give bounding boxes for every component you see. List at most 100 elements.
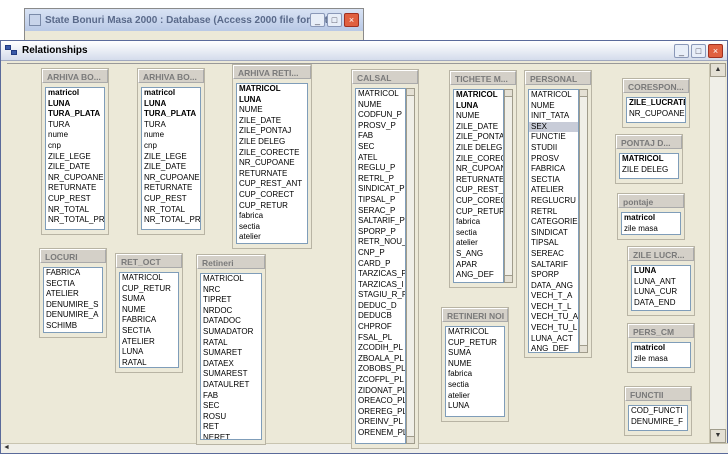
- field-list[interactable]: MATRICOL ZILE DELEG: [619, 153, 679, 179]
- field-item[interactable]: RETURNATE: [142, 183, 200, 194]
- scroll-up-icon[interactable]: [505, 90, 512, 97]
- field-item[interactable]: CUP_RETUR: [454, 207, 503, 218]
- table-title[interactable]: RETINERI NOI: [442, 308, 508, 322]
- field-item[interactable]: VECH_TU_A: [529, 312, 578, 323]
- field-item[interactable]: CUP_RETUR: [446, 338, 504, 349]
- field-item[interactable]: DEDUCB: [356, 311, 405, 322]
- field-item[interactable]: matricol: [142, 88, 200, 99]
- field-item[interactable]: REGLUCRU: [529, 196, 578, 207]
- field-item[interactable]: TURA_PLATA: [46, 109, 104, 120]
- table-title[interactable]: PONTAJ D...: [616, 135, 682, 149]
- field-item[interactable]: SALTARIF_P: [356, 216, 405, 227]
- field-item[interactable]: CODFUN_P: [356, 110, 405, 121]
- field-item[interactable]: fabrica: [446, 369, 504, 380]
- table-box[interactable]: PONTAJ D... MATRICOL ZILE DELEG: [615, 134, 683, 184]
- table-title[interactable]: Retineri: [197, 255, 265, 269]
- field-item[interactable]: FABRICA: [44, 268, 102, 279]
- field-item[interactable]: ZILE_LEGE: [142, 152, 200, 163]
- field-item[interactable]: matricol: [622, 213, 680, 224]
- field-item[interactable]: atelier: [446, 391, 504, 402]
- field-item[interactable]: FAB: [356, 131, 405, 142]
- table-title[interactable]: TICHETE M...: [450, 71, 516, 85]
- field-item[interactable]: DENUMIRE_A: [44, 310, 102, 321]
- table-box[interactable]: CORESPON... ZILE_LUCRATE NR_CUPOANE: [622, 78, 690, 128]
- field-item[interactable]: TIPSAL: [529, 238, 578, 249]
- field-item[interactable]: SEC: [356, 142, 405, 153]
- field-item[interactable]: SINDICAT_P: [356, 184, 405, 195]
- field-item[interactable]: NRDOC: [201, 306, 261, 317]
- field-item[interactable]: RET: [201, 422, 261, 433]
- field-list[interactable]: matricol zile masa: [631, 342, 691, 368]
- field-item[interactable]: NR_CUPOANE: [627, 109, 685, 120]
- vertical-scrollbar[interactable]: ▲ ▼: [709, 63, 726, 443]
- scroll-down-icon[interactable]: [580, 345, 587, 352]
- field-item[interactable]: MATRICOL: [529, 90, 578, 101]
- field-item[interactable]: CUP_RETUR: [120, 284, 178, 295]
- field-item[interactable]: SCHIMB: [44, 321, 102, 332]
- field-item[interactable]: TURA: [46, 120, 104, 131]
- field-item[interactable]: MATRICOL: [356, 89, 405, 100]
- field-item[interactable]: CUP_REST: [46, 194, 104, 205]
- table-title[interactable]: ARHIVA BO...: [138, 69, 204, 83]
- scroll-up-button[interactable]: ▲: [710, 63, 726, 77]
- field-item[interactable]: TARZICAS_P: [356, 269, 405, 280]
- field-item[interactable]: DATAULRET: [201, 380, 261, 391]
- db-maximize-button[interactable]: □: [327, 13, 342, 27]
- field-item[interactable]: ZIDONAT_PL: [356, 386, 405, 397]
- field-item[interactable]: COD_FUNCTI: [629, 406, 687, 417]
- field-list-scrollbar[interactable]: [406, 88, 415, 444]
- field-item[interactable]: LUNA: [46, 99, 104, 110]
- field-list[interactable]: MATRICOL CUP_RETUR SUMA NUME fabrica sectia at…: [445, 326, 505, 417]
- field-item[interactable]: NRC: [201, 285, 261, 296]
- field-item[interactable]: LUNA: [632, 266, 690, 277]
- field-item[interactable]: ZILE_DATE: [142, 162, 200, 173]
- field-item[interactable]: MATRICOL: [454, 90, 503, 101]
- table-title[interactable]: RET_OCT: [116, 254, 182, 268]
- field-item[interactable]: NR_CUPOANE: [454, 164, 503, 175]
- field-list[interactable]: MATRICOL NRC TIPRET NRDOC DATADOC SUMADATOR RA…: [200, 273, 262, 440]
- field-item[interactable]: matricol: [46, 88, 104, 99]
- field-item[interactable]: CHPROF: [356, 322, 405, 333]
- field-item[interactable]: PROSV_P: [356, 121, 405, 132]
- field-item[interactable]: INIT_TATA: [529, 111, 578, 122]
- field-item[interactable]: ZILE_PONTAJ: [454, 132, 503, 143]
- field-item[interactable]: CUP_RETUR: [237, 201, 307, 212]
- field-item[interactable]: VECH_T_L: [529, 302, 578, 313]
- field-item[interactable]: NR_CUPOANE: [142, 173, 200, 184]
- field-item[interactable]: REGLU_P: [356, 163, 405, 174]
- field-item[interactable]: ZOBOBS_PL: [356, 364, 405, 375]
- table-box[interactable]: PERS_CM matricol zile masa: [627, 323, 695, 373]
- table-box[interactable]: RETINERI NOI MATRICOL CUP_RETUR SUMA NUME fab…: [441, 307, 509, 422]
- field-item[interactable]: TIPRET: [201, 295, 261, 306]
- table-title[interactable]: LOCURI: [40, 249, 106, 263]
- table-title[interactable]: ARHIVA BO...: [42, 69, 108, 83]
- field-item[interactable]: SPORP: [529, 270, 578, 281]
- field-item[interactable]: NUME: [237, 105, 307, 116]
- field-list-scrollbar[interactable]: [579, 89, 588, 353]
- field-item[interactable]: LUNA_CUR: [632, 287, 690, 298]
- db-close-button[interactable]: ×: [344, 13, 359, 27]
- field-list[interactable]: MATRICOL NUME INIT_TATA SEX FUNCTIE STUDII PRO…: [528, 89, 579, 353]
- field-item[interactable]: LUNA: [120, 347, 178, 358]
- field-item[interactable]: ZILE_CORECTE: [454, 154, 503, 165]
- field-item[interactable]: SUMA: [120, 294, 178, 305]
- field-item[interactable]: ZCODIH_PL: [356, 343, 405, 354]
- field-item[interactable]: RETRL_P: [356, 174, 405, 185]
- field-item[interactable]: TURA: [142, 120, 200, 131]
- field-item[interactable]: ZCOFPL_PL: [356, 375, 405, 386]
- field-list[interactable]: matricol LUNA TURA_PLATA TURA nume cnp ZILE_LE…: [141, 87, 201, 230]
- field-list[interactable]: LUNA LUNA_ANT LUNA_CUR DATA_END: [631, 265, 691, 311]
- field-item[interactable]: NR_TOTAL_PREL: [46, 215, 104, 226]
- field-item[interactable]: SECTIA: [529, 175, 578, 186]
- field-item[interactable]: PROSV: [529, 154, 578, 165]
- field-item[interactable]: NERET: [201, 433, 261, 439]
- field-item[interactable]: ZILE_DATE: [237, 116, 307, 127]
- table-box[interactable]: FUNCTII COD_FUNCTI DENUMIRE_F: [624, 386, 692, 436]
- field-item[interactable]: DATA_END: [632, 298, 690, 309]
- field-item[interactable]: TURA_PLATA: [142, 109, 200, 120]
- table-title[interactable]: FUNCTII: [625, 387, 691, 401]
- field-list[interactable]: MATRICOLLUNANUMEZILE_DATEZILE_PONTAJZILE…: [453, 89, 504, 283]
- field-item[interactable]: zile masa: [622, 224, 680, 234]
- field-item[interactable]: OREACO_PL: [356, 396, 405, 407]
- field-item[interactable]: SINDICAT: [529, 228, 578, 239]
